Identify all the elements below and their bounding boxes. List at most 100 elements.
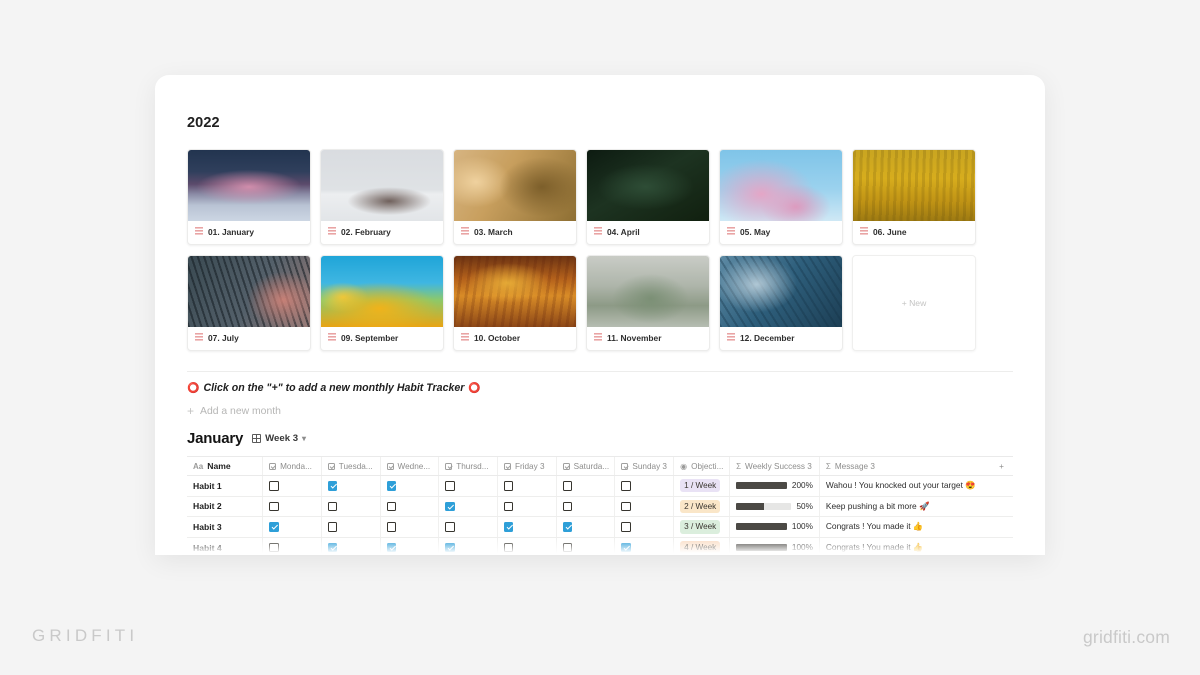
checkbox[interactable] [445,522,455,532]
day-checkbox-cell[interactable] [263,476,322,496]
month-card[interactable]: 06. June [852,149,976,245]
objective-badge: 4 / Week [680,541,721,555]
checkbox[interactable] [503,522,514,532]
checkbox[interactable] [327,522,338,532]
message-cell: Keep pushing a bit more 🚀 [820,497,990,517]
day-checkbox-cell[interactable] [498,476,557,496]
month-card[interactable]: 03. March [453,149,577,245]
checkbox[interactable] [621,542,631,553]
objective-cell[interactable]: 1 / Week [674,476,731,496]
database-title[interactable]: January [187,430,243,447]
day-checkbox-cell[interactable] [557,537,616,555]
habit-name: Habit 2 [193,501,222,512]
day-checkbox-cell[interactable] [615,517,675,537]
checkbox[interactable] [503,542,514,553]
checkbox[interactable] [269,501,279,512]
day-checkbox-cell[interactable] [498,517,557,537]
day-checkbox-cell[interactable] [557,476,616,496]
day-checkbox-cell[interactable] [263,537,322,555]
month-card[interactable]: 04. April [586,149,710,245]
day-checkbox-cell[interactable] [615,537,675,555]
habit-name-cell[interactable]: Habit 1 [187,476,264,496]
day-checkbox-cell[interactable] [439,517,498,537]
table-row[interactable]: Habit 3 3 / Week 100% Congrats ! You made i… [187,517,1013,538]
day-checkbox-cell[interactable] [557,496,616,517]
day-checkbox-cell[interactable] [263,496,322,517]
checkbox[interactable] [621,501,631,512]
column-header[interactable]: Thursd... [439,457,498,475]
checkbox[interactable] [503,501,514,512]
checkbox[interactable] [503,481,514,491]
checkbox[interactable] [327,481,338,491]
day-checkbox-cell[interactable] [615,496,675,517]
column-header[interactable]: Friday 3 [498,457,557,475]
checkbox[interactable] [562,542,573,553]
checkbox[interactable] [269,481,279,491]
month-card[interactable]: 11. November [586,255,710,351]
checkbox[interactable] [386,481,397,491]
checkbox[interactable] [445,481,455,491]
month-card[interactable]: 05. May [719,149,843,245]
table-row[interactable]: Habit 2 2 / Week 50% Keep pushing a bit mor… [187,496,1013,518]
column-header[interactable]: Monda... [263,457,322,475]
day-checkbox-cell[interactable] [263,517,322,537]
month-card[interactable]: 09. September [320,255,444,351]
add-a-new-month-button[interactable]: + Add a new month [187,405,1013,417]
day-checkbox-cell[interactable] [381,476,440,496]
checkbox[interactable] [445,501,455,512]
column-header[interactable]: Saturda... [557,457,616,475]
column-header[interactable]: Tuesda... [322,457,381,475]
day-checkbox-cell[interactable] [498,537,557,555]
objective-cell[interactable]: 2 / Week [674,496,731,517]
month-card-label: 06. June [873,227,907,237]
table-row[interactable]: Habit 1 1 / Week 200% Wahou ! You knocked o… [187,476,1013,497]
day-checkbox-cell[interactable] [322,517,381,537]
checkbox[interactable] [386,501,397,512]
month-card[interactable]: 07. July [187,255,311,351]
month-card[interactable]: 10. October [453,255,577,351]
objective-cell[interactable]: 4 / Week [674,537,731,555]
day-checkbox-cell[interactable] [381,517,440,537]
day-checkbox-cell[interactable] [381,537,440,555]
day-checkbox-cell[interactable] [381,496,440,517]
habit-name-cell[interactable]: Habit 2 [187,496,264,517]
column-header[interactable]: Aa Name [187,457,264,475]
checkbox[interactable] [386,542,397,553]
table-row[interactable]: Habit 4 4 / Week 100% Congrats ! You made i… [187,537,1013,555]
habit-name-cell[interactable]: Habit 4 [187,537,264,555]
column-header[interactable]: Sunday 3 [615,457,675,475]
checkbox[interactable] [562,501,573,512]
new-month-card-button[interactable]: + New [852,255,976,351]
column-header[interactable]: Σ Weekly Success 3 [730,457,820,475]
day-checkbox-cell[interactable] [439,496,498,517]
day-checkbox-cell[interactable] [498,496,557,517]
checkbox[interactable] [269,542,279,553]
day-checkbox-cell[interactable] [557,517,616,537]
day-checkbox-cell[interactable] [439,476,498,496]
month-card[interactable]: 01. January [187,149,311,245]
month-card[interactable]: 02. February [320,149,444,245]
checkbox[interactable] [621,522,631,532]
add-column-button[interactable]: + [990,457,1013,475]
habit-name-cell[interactable]: Habit 3 [187,517,264,537]
checkbox[interactable] [621,481,631,491]
column-header[interactable]: Wedne... [381,457,440,475]
month-card[interactable]: 12. December [719,255,843,351]
tab-week-3[interactable]: Week 3 ▾ [252,433,306,444]
checkbox[interactable] [445,542,455,553]
checkbox[interactable] [327,501,338,512]
day-checkbox-cell[interactable] [322,496,381,517]
column-header[interactable]: ◉ Objecti... [674,457,731,475]
month-card-label: 04. April [607,227,640,237]
objective-cell[interactable]: 3 / Week [674,517,731,537]
column-header[interactable]: Σ Message 3 [820,457,990,475]
checkbox[interactable] [327,542,338,553]
checkbox[interactable] [269,522,279,532]
day-checkbox-cell[interactable] [439,537,498,555]
day-checkbox-cell[interactable] [615,476,675,496]
day-checkbox-cell[interactable] [322,476,381,496]
checkbox[interactable] [386,522,397,532]
day-checkbox-cell[interactable] [322,537,381,555]
checkbox[interactable] [562,522,573,532]
checkbox[interactable] [562,481,573,491]
